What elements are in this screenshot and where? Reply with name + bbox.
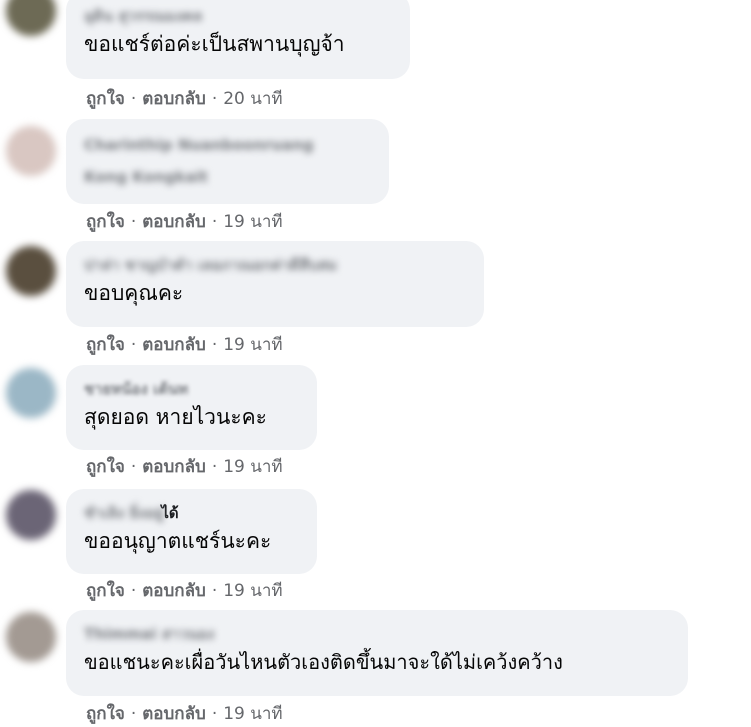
comment-text: ขอบคุณคะ	[84, 281, 184, 305]
comment-bubble: ปาล่า ชาญบำตำ เลอภาณอกค่าดีสีบสม ขอบคุณค…	[66, 241, 484, 327]
comment-actions: ถูกใจ · ตอบกลับ · 20 นาที	[86, 88, 283, 110]
comment-actions: ถูกใจ · ตอบกลับ · 19 นาที	[86, 211, 283, 233]
avatar[interactable]	[6, 368, 56, 418]
separator: ·	[211, 212, 218, 232]
separator: ·	[130, 457, 137, 477]
separator: ·	[130, 704, 137, 724]
timestamp[interactable]: 20 นาที	[223, 89, 282, 109]
comment-bubble: ชายหน้อง เต้นท สุดยอด หายไวนะคะ	[66, 365, 317, 450]
reply-button[interactable]: ตอบกลับ	[142, 581, 206, 601]
separator: ·	[130, 212, 137, 232]
commenter-name[interactable]: ชำเลิง ยิ่งอยู่ได้	[84, 501, 299, 525]
separator: ·	[211, 704, 218, 724]
avatar[interactable]	[6, 612, 56, 662]
commenter-name[interactable]: ชายหน้อง เต้นท	[84, 377, 299, 401]
timestamp[interactable]: 19 นาที	[223, 212, 282, 232]
like-button[interactable]: ถูกใจ	[86, 89, 125, 109]
timestamp[interactable]: 19 นาที	[223, 704, 282, 724]
reply-button[interactable]: ตอบกลับ	[142, 335, 206, 355]
like-button[interactable]: ถูกใจ	[86, 457, 125, 477]
avatar[interactable]	[6, 490, 56, 540]
separator: ·	[130, 89, 137, 109]
separator: ·	[211, 89, 218, 109]
reply-button[interactable]: ตอบกลับ	[142, 704, 206, 724]
comment-actions: ถูกใจ · ตอบกลับ · 19 นาที	[86, 334, 283, 356]
commenter-name[interactable]: อุดิน สุวรรณมงคล	[84, 4, 392, 28]
commenter-name-line2: Kong Kongkait	[84, 168, 208, 186]
timestamp[interactable]: 19 นาที	[223, 457, 282, 477]
commenter-name[interactable]: Thimmai สาวนอง	[84, 622, 670, 646]
comment-actions: ถูกใจ · ตอบกลับ · 19 นาที	[86, 703, 283, 725]
separator: ·	[211, 335, 218, 355]
comment-bubble: Charinthip Nuanboonruang Kong Kongkait	[66, 119, 389, 204]
comment-text: ขอแชร์ต่อค่ะเป็นสพานบุญจ้า	[84, 32, 345, 56]
reply-button[interactable]: ตอบกลับ	[142, 212, 206, 232]
separator: ·	[211, 581, 218, 601]
timestamp[interactable]: 19 นาที	[223, 335, 282, 355]
avatar[interactable]	[6, 126, 56, 176]
avatar[interactable]	[6, 246, 56, 296]
comment-text: สุดยอด หายไวนะคะ	[84, 405, 267, 429]
comment-bubble: อุดิน สุวรรณมงคล ขอแชร์ต่อค่ะเป็นสพานบุญ…	[66, 0, 410, 79]
comment-actions: ถูกใจ · ตอบกลับ · 19 นาที	[86, 580, 283, 602]
comment-actions: ถูกใจ · ตอบกลับ · 19 นาที	[86, 456, 283, 478]
comment-bubble: Thimmai สาวนอง ขอแชนะคะเผื่อวันไหนตัวเอง…	[66, 610, 688, 696]
timestamp[interactable]: 19 นาที	[223, 581, 282, 601]
separator: ·	[211, 457, 218, 477]
like-button[interactable]: ถูกใจ	[86, 581, 125, 601]
separator: ·	[130, 335, 137, 355]
comment-bubble: ชำเลิง ยิ่งอยู่ได้ ขออนุญาตแชร์นะคะ	[66, 489, 317, 574]
reply-button[interactable]: ตอบกลับ	[142, 457, 206, 477]
commenter-name[interactable]: Charinthip Nuanboonruang	[84, 133, 371, 157]
like-button[interactable]: ถูกใจ	[86, 212, 125, 232]
like-button[interactable]: ถูกใจ	[86, 335, 125, 355]
comment-text: ขอแชนะคะเผื่อวันไหนตัวเองติดขึ้นมาจะใด้ไ…	[84, 650, 563, 674]
like-button[interactable]: ถูกใจ	[86, 704, 125, 724]
separator: ·	[130, 581, 137, 601]
commenter-name[interactable]: ปาล่า ชาญบำตำ เลอภาณอกค่าดีสีบสม	[84, 253, 466, 277]
avatar[interactable]	[6, 0, 56, 36]
reply-button[interactable]: ตอบกลับ	[142, 89, 206, 109]
comment-text: ขออนุญาตแชร์นะคะ	[84, 529, 272, 553]
